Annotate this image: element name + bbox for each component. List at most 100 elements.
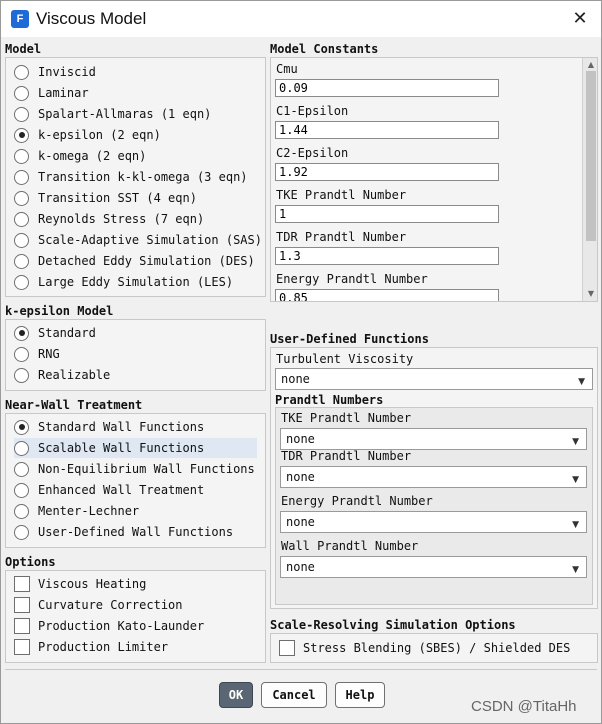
option-label: RNG <box>38 347 60 361</box>
option-label: k-omega (2 eqn) <box>38 149 147 163</box>
near-wall-option-enhanced[interactable]: Enhanced Wall Treatment <box>14 480 204 500</box>
ke-model-group: Standard RNG Realizable <box>5 319 266 391</box>
c1-epsilon-input[interactable] <box>275 121 499 139</box>
ok-button[interactable]: OK <box>219 682 253 708</box>
radio-icon[interactable] <box>14 440 29 456</box>
c2-epsilon-input[interactable] <box>275 163 499 181</box>
radio-icon[interactable] <box>14 461 29 477</box>
radio-icon[interactable] <box>14 190 29 206</box>
wall-prandtl-select[interactable]: none ▼ <box>280 556 587 578</box>
checkbox-icon[interactable] <box>14 597 30 613</box>
prandtl-label: TDR Prandtl Number <box>281 449 412 463</box>
cancel-button[interactable]: Cancel <box>261 682 327 708</box>
model-option-laminar[interactable]: Laminar <box>14 83 89 103</box>
radio-icon[interactable] <box>14 211 29 227</box>
radio-icon[interactable] <box>14 106 29 122</box>
radio-icon[interactable] <box>14 346 29 362</box>
option-label: Standard Wall Functions <box>38 420 205 434</box>
radio-selected-icon[interactable] <box>14 325 29 341</box>
prandtl-numbers-title: Prandtl Numbers <box>275 393 384 407</box>
option-label: Non-Equilibrium Wall Functions <box>38 462 255 476</box>
radio-selected-icon[interactable] <box>14 419 29 435</box>
radio-icon[interactable] <box>14 148 29 164</box>
prandtl-label: Wall Prandtl Number <box>281 539 419 553</box>
scroll-up-icon[interactable]: ▲ <box>586 60 596 70</box>
near-wall-option-standard[interactable]: Standard Wall Functions <box>14 417 204 437</box>
help-button[interactable]: Help <box>335 682 385 708</box>
radio-icon[interactable] <box>14 85 29 101</box>
select-value: none <box>281 372 310 386</box>
radio-icon[interactable] <box>14 367 29 383</box>
radio-selected-icon[interactable] <box>14 127 29 143</box>
radio-icon[interactable] <box>14 253 29 269</box>
constants-section-title: Model Constants <box>270 42 379 56</box>
chevron-down-icon: ▼ <box>572 475 579 485</box>
radio-icon[interactable] <box>14 232 29 248</box>
option-production-kato-launder[interactable]: Production Kato-Launder <box>14 616 204 636</box>
option-label: Production Limiter <box>38 640 169 654</box>
chevron-down-icon: ▼ <box>572 520 579 530</box>
srs-group: Stress Blending (SBES) / Shielded DES <box>270 633 598 663</box>
model-option-les[interactable]: Large Eddy Simulation (LES) <box>14 272 233 292</box>
option-label: Enhanced Wall Treatment <box>38 483 205 497</box>
tdr-prandtl-input[interactable] <box>275 247 499 265</box>
ke-option-rng[interactable]: RNG <box>14 344 60 364</box>
constant-label: C1-Epsilon <box>276 104 349 118</box>
option-label: Curvature Correction <box>38 598 183 612</box>
tke-prandtl-input[interactable] <box>275 205 499 223</box>
constants-group: Cmu C1-Epsilon C2-Epsilon TKE Prandtl Nu… <box>270 57 598 302</box>
chevron-down-icon: ▼ <box>572 565 579 575</box>
model-option-inviscid[interactable]: Inviscid <box>14 62 96 82</box>
stress-blending-option[interactable]: Stress Blending (SBES) / Shielded DES <box>279 638 570 658</box>
model-option-sas[interactable]: Scale-Adaptive Simulation (SAS) <box>14 230 262 250</box>
constant-label: Cmu <box>276 62 298 76</box>
near-wall-option-non-equilibrium[interactable]: Non-Equilibrium Wall Functions <box>14 459 255 479</box>
ke-option-realizable[interactable]: Realizable <box>14 365 110 385</box>
title-bar: F Viscous Model ✕ <box>1 1 601 37</box>
radio-icon[interactable] <box>14 169 29 185</box>
model-option-reynolds-stress[interactable]: Reynolds Stress (7 eqn) <box>14 209 204 229</box>
option-label: k-epsilon (2 eqn) <box>38 128 161 142</box>
radio-icon[interactable] <box>14 64 29 80</box>
option-viscous-heating[interactable]: Viscous Heating <box>14 574 146 594</box>
ke-option-standard[interactable]: Standard <box>14 323 96 343</box>
model-option-k-epsilon[interactable]: k-epsilon (2 eqn) <box>14 125 161 145</box>
option-label: Laminar <box>38 86 89 100</box>
model-option-transition-k-kl-omega[interactable]: Transition k-kl-omega (3 eqn) <box>14 167 248 187</box>
radio-icon[interactable] <box>14 524 29 540</box>
near-wall-option-menter-lechner[interactable]: Menter-Lechner <box>14 501 139 521</box>
option-curvature-correction[interactable]: Curvature Correction <box>14 595 183 615</box>
tke-prandtl-select[interactable]: none ▼ <box>280 428 587 450</box>
option-label: Viscous Heating <box>38 577 147 591</box>
option-production-limiter[interactable]: Production Limiter <box>14 637 168 657</box>
near-wall-option-scalable[interactable]: Scalable Wall Functions <box>14 438 257 458</box>
option-label: Detached Eddy Simulation (DES) <box>38 254 255 268</box>
energy-prandtl-select[interactable]: none ▼ <box>280 511 587 533</box>
radio-icon[interactable] <box>14 482 29 498</box>
model-option-transition-sst[interactable]: Transition SST (4 eqn) <box>14 188 197 208</box>
checkbox-icon[interactable] <box>14 618 30 634</box>
tdr-prandtl-select[interactable]: none ▼ <box>280 466 587 488</box>
turbulent-viscosity-select[interactable]: none ▼ <box>275 368 593 390</box>
checkbox-icon[interactable] <box>14 639 30 655</box>
udf-group: Turbulent Viscosity none ▼ Prandtl Number… <box>270 347 598 609</box>
checkbox-icon[interactable] <box>14 576 30 592</box>
cmu-input[interactable] <box>275 79 499 97</box>
radio-icon[interactable] <box>14 503 29 519</box>
model-option-des[interactable]: Detached Eddy Simulation (DES) <box>14 251 255 271</box>
checkbox-icon[interactable] <box>279 640 295 656</box>
radio-icon[interactable] <box>14 274 29 290</box>
near-wall-option-user-defined[interactable]: User-Defined Wall Functions <box>14 522 233 542</box>
constant-label: C2-Epsilon <box>276 146 349 160</box>
model-option-k-omega[interactable]: k-omega (2 eqn) <box>14 146 146 166</box>
scrollbar-thumb[interactable] <box>586 71 596 241</box>
option-label: Realizable <box>38 368 111 382</box>
close-icon[interactable]: ✕ <box>567 7 593 31</box>
select-value: none <box>286 432 315 446</box>
model-option-spalart-allmaras[interactable]: Spalart-Allmaras (1 eqn) <box>14 104 211 124</box>
ke-model-section-title: k-epsilon Model <box>5 304 114 318</box>
energy-prandtl-input[interactable] <box>275 289 499 301</box>
constants-scrollbar[interactable]: ▲ ▼ <box>582 58 597 301</box>
scroll-down-icon[interactable]: ▼ <box>586 289 596 299</box>
constant-label: TKE Prandtl Number <box>276 188 407 202</box>
